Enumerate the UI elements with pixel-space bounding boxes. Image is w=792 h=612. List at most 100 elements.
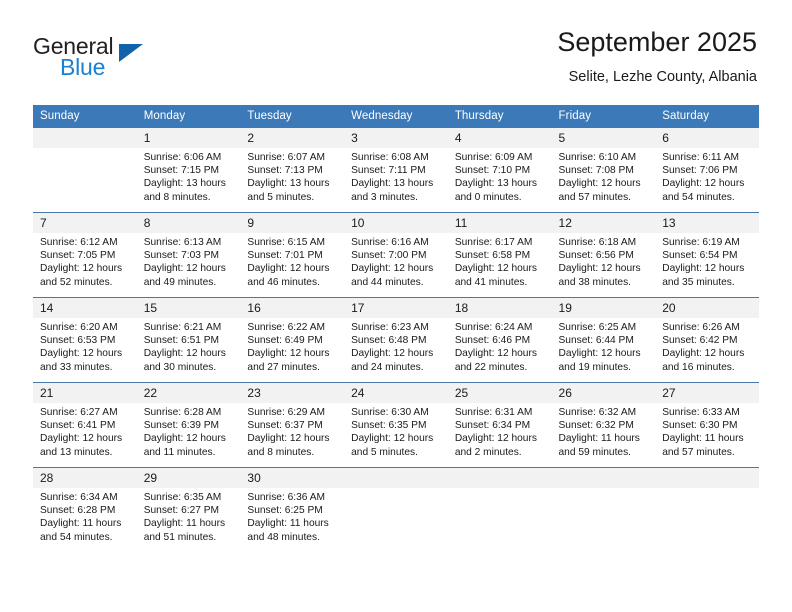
- day-cell-inner: 24 Sunrise: 6:30 AM Sunset: 6:35 PM Dayligh…: [344, 383, 448, 467]
- sunrise-time: Sunrise: 6:13 AM: [143, 237, 222, 248]
- calendar-grid: Sunday Monday Tuesday Wednesday Thursday…: [33, 105, 759, 552]
- calendar-day-cell[interactable]: 16 Sunrise: 6:22 AM Sunset: 6:49 PM Dayligh…: [240, 297, 345, 383]
- day-cell-inner: 22 Sunrise: 6:28 AM Sunset: 6:39 PM Dayligh…: [136, 383, 241, 467]
- daylight-duration-line1: Daylight: 13 hours: [351, 178, 434, 190]
- day-number: 9: [240, 213, 345, 233]
- day-cell-inner: 12 Sunrise: 6:18 AM Sunset: 6:56 PM Dayligh…: [551, 213, 656, 297]
- calendar-day-cell[interactable]: 27 Sunrise: 6:33 AM Sunset: 6:30 PM Dayligh…: [655, 382, 759, 468]
- sunrise-time: Sunrise: 6:28 AM: [143, 407, 222, 418]
- calendar-day-cell[interactable]: 1 Sunrise: 6:06 AM Sunset: 7:15 PM Daylight…: [136, 128, 241, 213]
- calendar-day-cell[interactable]: 3 Sunrise: 6:08 AM Sunset: 7:11 PM Daylight…: [344, 128, 448, 213]
- calendar-day-cell[interactable]: 23 Sunrise: 6:29 AM Sunset: 6:37 PM Dayligh…: [240, 382, 345, 468]
- daylight-duration-line2: and 22 minutes.: [454, 361, 528, 373]
- calendar-day-cell[interactable]: 11 Sunrise: 6:17 AM Sunset: 6:58 PM Dayligh…: [447, 212, 552, 298]
- day-cell-inner: 1 Sunrise: 6:06 AM Sunset: 7:15 PM Daylight…: [136, 128, 241, 212]
- calendar-day-cell[interactable]: 4 Sunrise: 6:09 AM Sunset: 7:10 PM Daylight…: [447, 128, 552, 213]
- calendar-day-cell[interactable]: 2 Sunrise: 6:07 AM Sunset: 7:13 PM Daylight…: [240, 128, 345, 213]
- day-number: [551, 468, 656, 488]
- calendar-day-cell[interactable]: 8 Sunrise: 6:13 AM Sunset: 7:03 PM Daylight…: [136, 212, 241, 298]
- sunrise-time: Sunrise: 6:29 AM: [247, 407, 325, 418]
- calendar-day-cell[interactable]: 22 Sunrise: 6:28 AM Sunset: 6:39 PM Dayligh…: [136, 382, 241, 468]
- calendar-day-cell[interactable]: 25 Sunrise: 6:31 AM Sunset: 6:34 PM Dayligh…: [447, 382, 552, 468]
- calendar-day-cell[interactable]: 9 Sunrise: 6:15 AM Sunset: 7:01 PM Daylight…: [240, 212, 345, 298]
- sunset-time: Sunset: 7:13 PM: [247, 165, 323, 177]
- daylight-duration-line2: and 52 minutes.: [40, 276, 113, 288]
- calendar-day-cell[interactable]: 29 Sunrise: 6:35 AM Sunset: 6:27 PM Dayligh…: [136, 467, 241, 552]
- day-details: Sunrise: 6:06 AM Sunset: 7:15 PM Daylight:…: [137, 148, 241, 204]
- sunset-time: Sunset: 6:54 PM: [662, 250, 738, 262]
- day-number: 20: [655, 298, 759, 318]
- sunrise-time: Sunrise: 6:16 AM: [351, 237, 429, 248]
- daylight-duration-line1: Daylight: 12 hours: [143, 433, 226, 445]
- day-details: Sunrise: 6:31 AM Sunset: 6:34 PM Daylight:…: [448, 403, 552, 459]
- calendar-week-row: 14 Sunrise: 6:20 AM Sunset: 6:53 PM Dayligh…: [33, 297, 759, 383]
- sunset-time: Sunset: 6:37 PM: [247, 420, 323, 432]
- calendar-day-cell[interactable]: 24 Sunrise: 6:30 AM Sunset: 6:35 PM Dayligh…: [344, 382, 448, 468]
- daylight-duration-line2: and 24 minutes.: [351, 361, 424, 373]
- sunset-time: Sunset: 6:27 PM: [143, 505, 220, 517]
- sunset-time: Sunset: 6:35 PM: [351, 420, 427, 432]
- day-details: Sunrise: 6:07 AM Sunset: 7:13 PM Daylight:…: [240, 148, 344, 204]
- generalblue-logo[interactable]: General Blue: [33, 33, 233, 81]
- day-number: 6: [655, 128, 759, 148]
- calendar-day-cell[interactable]: 28 Sunrise: 6:34 AM Sunset: 6:28 PM Dayligh…: [33, 467, 137, 552]
- calendar-week-row: 28 Sunrise: 6:34 AM Sunset: 6:28 PM Dayligh…: [33, 467, 759, 552]
- day-details: Sunrise: 6:23 AM Sunset: 6:48 PM Daylight:…: [344, 318, 448, 374]
- calendar-day-cell[interactable]: 26 Sunrise: 6:32 AM Sunset: 6:32 PM Dayligh…: [551, 382, 656, 468]
- daylight-duration-line1: Daylight: 12 hours: [247, 433, 330, 445]
- day-cell-inner: 8 Sunrise: 6:13 AM Sunset: 7:03 PM Daylight…: [136, 213, 241, 297]
- sunset-time: Sunset: 6:58 PM: [454, 250, 531, 262]
- calendar-day-cell[interactable]: 20 Sunrise: 6:26 AM Sunset: 6:42 PM Dayligh…: [655, 297, 759, 383]
- page-header: General Blue September 2025 Selite, Lezh…: [0, 0, 792, 100]
- calendar-empty-cell: [33, 128, 137, 213]
- day-number: 23: [240, 383, 345, 403]
- day-number: 2: [240, 128, 345, 148]
- calendar-day-cell[interactable]: 6 Sunrise: 6:11 AM Sunset: 7:06 PM Daylight…: [655, 128, 759, 213]
- day-details: Sunrise: 6:17 AM Sunset: 6:58 PM Daylight:…: [448, 233, 552, 289]
- day-cell-inner: [33, 128, 137, 212]
- calendar-day-cell[interactable]: 15 Sunrise: 6:21 AM Sunset: 6:51 PM Dayligh…: [136, 297, 241, 383]
- daylight-duration-line1: Daylight: 13 hours: [247, 178, 330, 190]
- day-number: [655, 468, 759, 488]
- day-number: [33, 128, 137, 148]
- calendar-day-cell[interactable]: 7 Sunrise: 6:12 AM Sunset: 7:05 PM Daylight…: [33, 212, 137, 298]
- daylight-duration-line2: and 5 minutes.: [351, 446, 418, 458]
- calendar-day-cell[interactable]: 14 Sunrise: 6:20 AM Sunset: 6:53 PM Dayligh…: [33, 297, 137, 383]
- day-details: Sunrise: 6:18 AM Sunset: 6:56 PM Daylight:…: [552, 233, 656, 289]
- day-number: 15: [136, 298, 241, 318]
- sunset-time: Sunset: 7:01 PM: [247, 250, 323, 262]
- day-number: 13: [655, 213, 759, 233]
- calendar-day-cell[interactable]: 10 Sunrise: 6:16 AM Sunset: 7:00 PM Dayligh…: [344, 212, 448, 298]
- daylight-duration-line2: and 5 minutes.: [247, 191, 315, 203]
- sunset-time: Sunset: 6:48 PM: [351, 335, 427, 347]
- calendar-day-cell[interactable]: 17 Sunrise: 6:23 AM Sunset: 6:48 PM Dayligh…: [344, 297, 448, 383]
- weekday-header-tuesday: Tuesday: [240, 105, 345, 128]
- day-number: 14: [33, 298, 137, 318]
- daylight-duration-line2: and 59 minutes.: [558, 446, 632, 458]
- day-details: Sunrise: 6:27 AM Sunset: 6:41 PM Daylight:…: [33, 403, 137, 459]
- calendar-empty-cell: [344, 467, 448, 552]
- calendar-day-cell[interactable]: 21 Sunrise: 6:27 AM Sunset: 6:41 PM Dayligh…: [33, 382, 137, 468]
- calendar-day-cell[interactable]: 19 Sunrise: 6:25 AM Sunset: 6:44 PM Dayligh…: [551, 297, 656, 383]
- daylight-duration-line1: Daylight: 12 hours: [40, 348, 123, 360]
- sunrise-time: Sunrise: 6:18 AM: [558, 237, 637, 248]
- daylight-duration-line2: and 49 minutes.: [143, 276, 217, 288]
- day-cell-inner: 15 Sunrise: 6:21 AM Sunset: 6:51 PM Dayligh…: [136, 298, 241, 382]
- sunset-time: Sunset: 7:10 PM: [454, 165, 531, 177]
- sunrise-time: Sunrise: 6:20 AM: [40, 322, 118, 333]
- calendar-day-cell[interactable]: 13 Sunrise: 6:19 AM Sunset: 6:54 PM Dayligh…: [655, 212, 759, 298]
- calendar-day-cell[interactable]: 12 Sunrise: 6:18 AM Sunset: 6:56 PM Dayligh…: [551, 212, 656, 298]
- calendar-day-cell[interactable]: 30 Sunrise: 6:36 AM Sunset: 6:25 PM Dayligh…: [240, 467, 345, 552]
- calendar-day-cell[interactable]: 18 Sunrise: 6:24 AM Sunset: 6:46 PM Dayligh…: [447, 297, 552, 383]
- sunrise-time: Sunrise: 6:32 AM: [558, 407, 637, 418]
- sunrise-time: Sunrise: 6:21 AM: [143, 322, 222, 333]
- day-cell-inner: 27 Sunrise: 6:33 AM Sunset: 6:30 PM Dayligh…: [655, 383, 759, 467]
- daylight-duration-line2: and 11 minutes.: [143, 446, 216, 458]
- calendar-week-row: 21 Sunrise: 6:27 AM Sunset: 6:41 PM Dayligh…: [33, 382, 759, 468]
- daylight-duration-line2: and 44 minutes.: [351, 276, 424, 288]
- sunset-time: Sunset: 6:46 PM: [454, 335, 531, 347]
- daylight-duration-line1: Daylight: 12 hours: [454, 263, 537, 275]
- sunrise-time: Sunrise: 6:07 AM: [247, 152, 325, 163]
- calendar-day-cell[interactable]: 5 Sunrise: 6:10 AM Sunset: 7:08 PM Daylight…: [551, 128, 656, 213]
- day-cell-inner: 3 Sunrise: 6:08 AM Sunset: 7:11 PM Daylight…: [344, 128, 448, 212]
